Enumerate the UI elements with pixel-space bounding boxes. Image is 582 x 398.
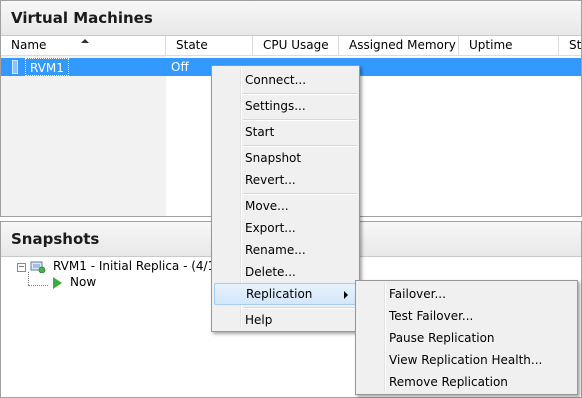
vm-name-cell: RVM1 [25,58,69,76]
menu-item-export[interactable]: Export... [214,217,357,239]
menu-item-start[interactable]: Start [214,121,357,143]
submenu-item-view-replication-health[interactable]: View Replication Health... [358,349,575,371]
submenu-item-test-failover[interactable]: Test Failover... [358,305,575,327]
menu-item-connect[interactable]: Connect... [214,69,357,91]
snapshot-icon [30,261,46,273]
menu-item-replication-label: Replication [246,287,313,301]
submenu-arrow-icon [344,291,348,299]
menu-item-replication[interactable]: Replication [214,283,357,305]
tree-connector [28,272,29,285]
context-menu: Connect... Settings... Start Snapshot Re… [211,65,360,332]
menu-item-move[interactable]: Move... [214,195,357,217]
column-header-assigned-memory[interactable]: Assigned Memory [339,36,459,55]
snapshot-now-item[interactable]: Now [70,275,96,289]
tree-connector [28,285,48,286]
column-header-status[interactable]: Sta [559,36,582,55]
virtual-machines-title: Virtual Machines [1,1,581,36]
column-header-state[interactable]: State [166,36,253,55]
column-header-name-label: Name [11,38,47,52]
menu-item-rename[interactable]: Rename... [214,239,357,261]
sort-ascending-icon [81,39,89,43]
replication-submenu: Failover... Test Failover... Pause Repli… [355,280,578,395]
play-icon [53,277,62,289]
menu-item-revert[interactable]: Revert... [214,169,357,191]
virtual-machine-icon [12,60,18,74]
vm-state-cell: Off [171,60,189,74]
menu-item-help[interactable]: Help [214,309,357,331]
column-headers: Name State CPU Usage Assigned Memory Upt… [1,36,582,56]
name-column-background [1,56,166,216]
menu-item-delete[interactable]: Delete... [214,261,357,283]
column-header-cpu-usage[interactable]: CPU Usage [253,36,339,55]
menu-item-settings[interactable]: Settings... [214,95,357,117]
submenu-item-failover[interactable]: Failover... [358,283,575,305]
menu-item-snapshot[interactable]: Snapshot [214,147,357,169]
submenu-item-pause-replication[interactable]: Pause Replication [358,327,575,349]
column-header-name[interactable]: Name [1,36,166,55]
submenu-item-remove-replication[interactable]: Remove Replication [358,371,575,393]
column-header-uptime[interactable]: Uptime [459,36,559,55]
collapse-toggle-icon[interactable]: − [17,263,26,272]
